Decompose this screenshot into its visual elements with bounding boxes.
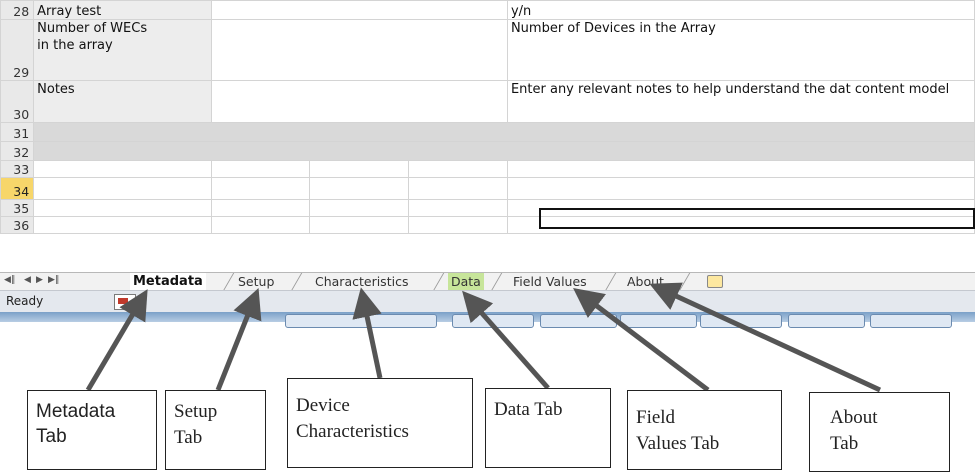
callout-line: Characteristics <box>296 421 409 442</box>
cell-description[interactable]: y/n <box>506 0 975 20</box>
cell-field[interactable]: Number of WECs in the array <box>33 19 212 81</box>
cell[interactable] <box>309 177 410 200</box>
taskbar-button[interactable] <box>788 314 865 328</box>
row-29[interactable]: 29 Number of WECs in the array Number of… <box>0 19 975 81</box>
row-30[interactable]: 30 Notes Enter any relevant notes to hel… <box>0 80 975 123</box>
row-32[interactable]: 32 <box>0 141 975 161</box>
cell[interactable] <box>210 160 311 178</box>
callout-metadata-tab: Metadata Tab <box>27 390 157 470</box>
cell[interactable] <box>309 199 410 217</box>
row-header[interactable]: 29 <box>0 19 35 81</box>
cell[interactable] <box>309 160 410 178</box>
row-31[interactable]: 31 <box>0 122 975 142</box>
cell-field[interactable]: Array test <box>33 0 212 20</box>
cell[interactable] <box>408 216 508 234</box>
cell-empty[interactable] <box>210 0 508 20</box>
tab-divider <box>432 273 445 291</box>
row-header[interactable]: 35 <box>0 199 35 217</box>
callout-line: Values Tab <box>636 433 720 454</box>
row-header[interactable]: 36 <box>0 216 35 234</box>
callout-line: Tab <box>830 433 859 454</box>
cell[interactable] <box>408 160 508 178</box>
tab-divider <box>490 273 503 291</box>
callout-line: Field <box>636 407 676 428</box>
cell-field[interactable]: Notes <box>33 80 212 123</box>
prev-sheet-icon[interactable]: ◀ <box>24 275 31 285</box>
cell[interactable] <box>506 160 975 178</box>
callout-line: Metadata <box>36 401 116 422</box>
tab-data[interactable]: Data <box>448 273 484 290</box>
cell[interactable] <box>210 199 311 217</box>
taskbar-button[interactable] <box>620 314 697 328</box>
description-text: Enter any relevant notes to help underst… <box>510 82 950 97</box>
callout-field-values-tab: Field Values Tab <box>627 390 782 470</box>
taskbar-button[interactable] <box>700 314 782 328</box>
tab-divider <box>604 273 617 291</box>
taskbar-button[interactable] <box>870 314 952 328</box>
cell[interactable] <box>33 160 212 178</box>
taskbar-button[interactable] <box>452 314 534 328</box>
tab-setup[interactable]: Setup <box>235 273 277 290</box>
callout-line: Tab <box>174 427 203 448</box>
row-header-selected[interactable]: 34 <box>0 177 35 200</box>
callout-line: About <box>830 407 878 428</box>
cell[interactable] <box>309 216 410 234</box>
next-sheet-icon[interactable]: ▶ <box>36 275 43 285</box>
insert-sheet-icon[interactable] <box>707 275 723 288</box>
row-33[interactable]: 33 <box>0 160 975 178</box>
callout-line: Data Tab <box>494 399 563 420</box>
cell[interactable] <box>408 177 508 200</box>
tab-about[interactable]: About <box>624 273 667 290</box>
first-sheet-icon[interactable]: ◀‖ <box>4 275 15 285</box>
row-28[interactable]: 28 Array test y/n <box>0 0 975 20</box>
cell-empty[interactable] <box>210 19 508 81</box>
cell-empty[interactable] <box>210 80 508 123</box>
callout-line: Tab <box>36 426 67 447</box>
callout-setup-tab: Setup Tab <box>165 390 266 470</box>
spreadsheet-grid[interactable]: 28 Array test y/n 29 Number of WECs in t… <box>0 0 975 272</box>
cell-description[interactable]: Number of Devices in the Array <box>506 19 975 81</box>
taskbar-button[interactable] <box>540 314 617 328</box>
field-text: Number of WECs in the array <box>37 21 148 53</box>
macro-record-icon[interactable] <box>114 294 136 310</box>
row-header[interactable]: 32 <box>0 141 35 161</box>
callout-line: Device <box>296 395 350 416</box>
callout-device-characteristics: Device Characteristics <box>287 378 473 468</box>
tab-field-values[interactable]: Field Values <box>510 273 590 290</box>
row-header[interactable]: 31 <box>0 122 35 142</box>
row-header[interactable]: 33 <box>0 160 35 178</box>
active-cell-border <box>539 208 975 229</box>
tab-characteristics[interactable]: Characteristics <box>312 273 411 290</box>
taskbar-strip <box>0 312 975 328</box>
status-text: Ready <box>6 294 44 308</box>
cell[interactable] <box>408 199 508 217</box>
row-34[interactable]: 34 <box>0 177 975 200</box>
cell-gray[interactable] <box>33 122 975 142</box>
status-bar: Ready <box>0 290 975 313</box>
row-header[interactable]: 28 <box>0 0 35 20</box>
row-header[interactable]: 30 <box>0 80 35 123</box>
callout-line: Setup <box>174 401 218 422</box>
cell-selected[interactable] <box>506 177 975 200</box>
callout-data-tab: Data Tab <box>485 388 611 468</box>
cell-gray[interactable] <box>33 141 975 161</box>
cell-table[interactable]: 28 Array test y/n 29 Number of WECs in t… <box>0 0 975 234</box>
tab-divider <box>222 273 235 291</box>
taskbar-button[interactable] <box>285 314 437 328</box>
tab-metadata[interactable]: Metadata <box>130 273 206 290</box>
sheet-tab-bar: ◀‖ ◀ ▶ ▶‖ Metadata Setup Characteristics… <box>0 272 975 291</box>
tab-divider <box>678 273 691 291</box>
cell[interactable] <box>210 177 311 200</box>
cell[interactable] <box>33 216 212 234</box>
cell[interactable] <box>210 216 311 234</box>
callout-about-tab: About Tab <box>809 392 950 472</box>
tab-divider <box>290 273 303 291</box>
cell[interactable] <box>33 199 212 217</box>
cell-description[interactable]: Enter any relevant notes to help underst… <box>506 80 975 123</box>
last-sheet-icon[interactable]: ▶‖ <box>48 275 59 285</box>
cell[interactable] <box>33 177 212 200</box>
